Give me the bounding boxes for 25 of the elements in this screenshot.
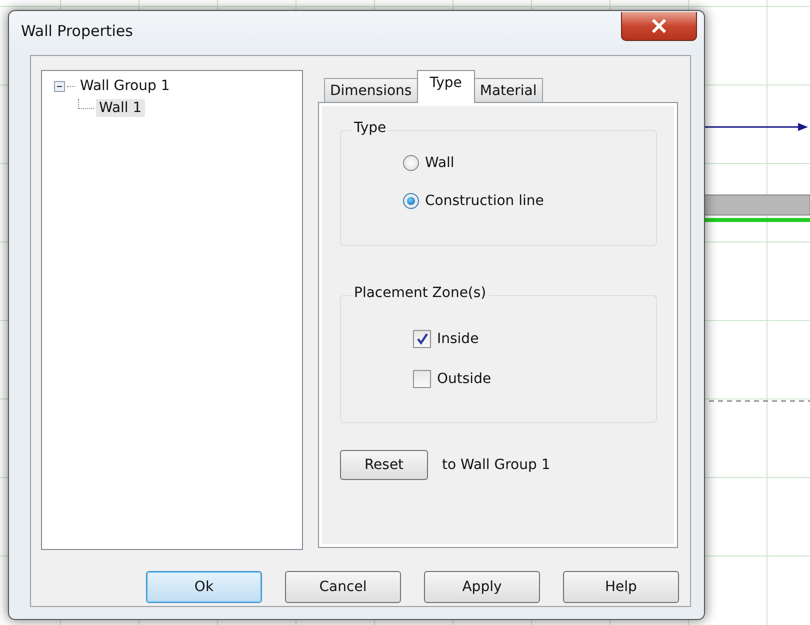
- tree-item[interactable]: Wall Group 1: [77, 77, 173, 95]
- dialog-button[interactable]: Cancel: [285, 571, 401, 603]
- tab[interactable]: Material: [474, 78, 543, 102]
- close-icon: [651, 19, 667, 33]
- checkbox[interactable]: [413, 330, 431, 348]
- radio-button[interactable]: [403, 193, 419, 209]
- dialog-button[interactable]: Ok: [146, 571, 262, 603]
- checkbox[interactable]: [413, 370, 431, 388]
- option-label[interactable]: Outside: [437, 371, 492, 387]
- group-title: Type: [351, 120, 390, 136]
- option-label[interactable]: Inside: [437, 331, 479, 347]
- window-title: Wall Properties: [21, 22, 133, 40]
- option-label[interactable]: Construction line: [425, 193, 544, 209]
- reset-note: to Wall Group 1: [442, 457, 550, 473]
- group-title: Placement Zone(s): [351, 285, 490, 301]
- tab[interactable]: Dimensions: [324, 78, 418, 102]
- collapse-toggle[interactable]: [54, 80, 65, 92]
- reset-button[interactable]: Reset: [340, 450, 428, 480]
- close-button[interactable]: [621, 12, 697, 41]
- radio-button[interactable]: [403, 155, 419, 171]
- tree-item[interactable]: Wall 1: [96, 99, 145, 117]
- option-label[interactable]: Wall: [425, 155, 454, 171]
- tab[interactable]: Type: [416, 70, 475, 103]
- dialog-button[interactable]: Apply: [424, 571, 540, 603]
- dialog-button[interactable]: Help: [563, 571, 679, 603]
